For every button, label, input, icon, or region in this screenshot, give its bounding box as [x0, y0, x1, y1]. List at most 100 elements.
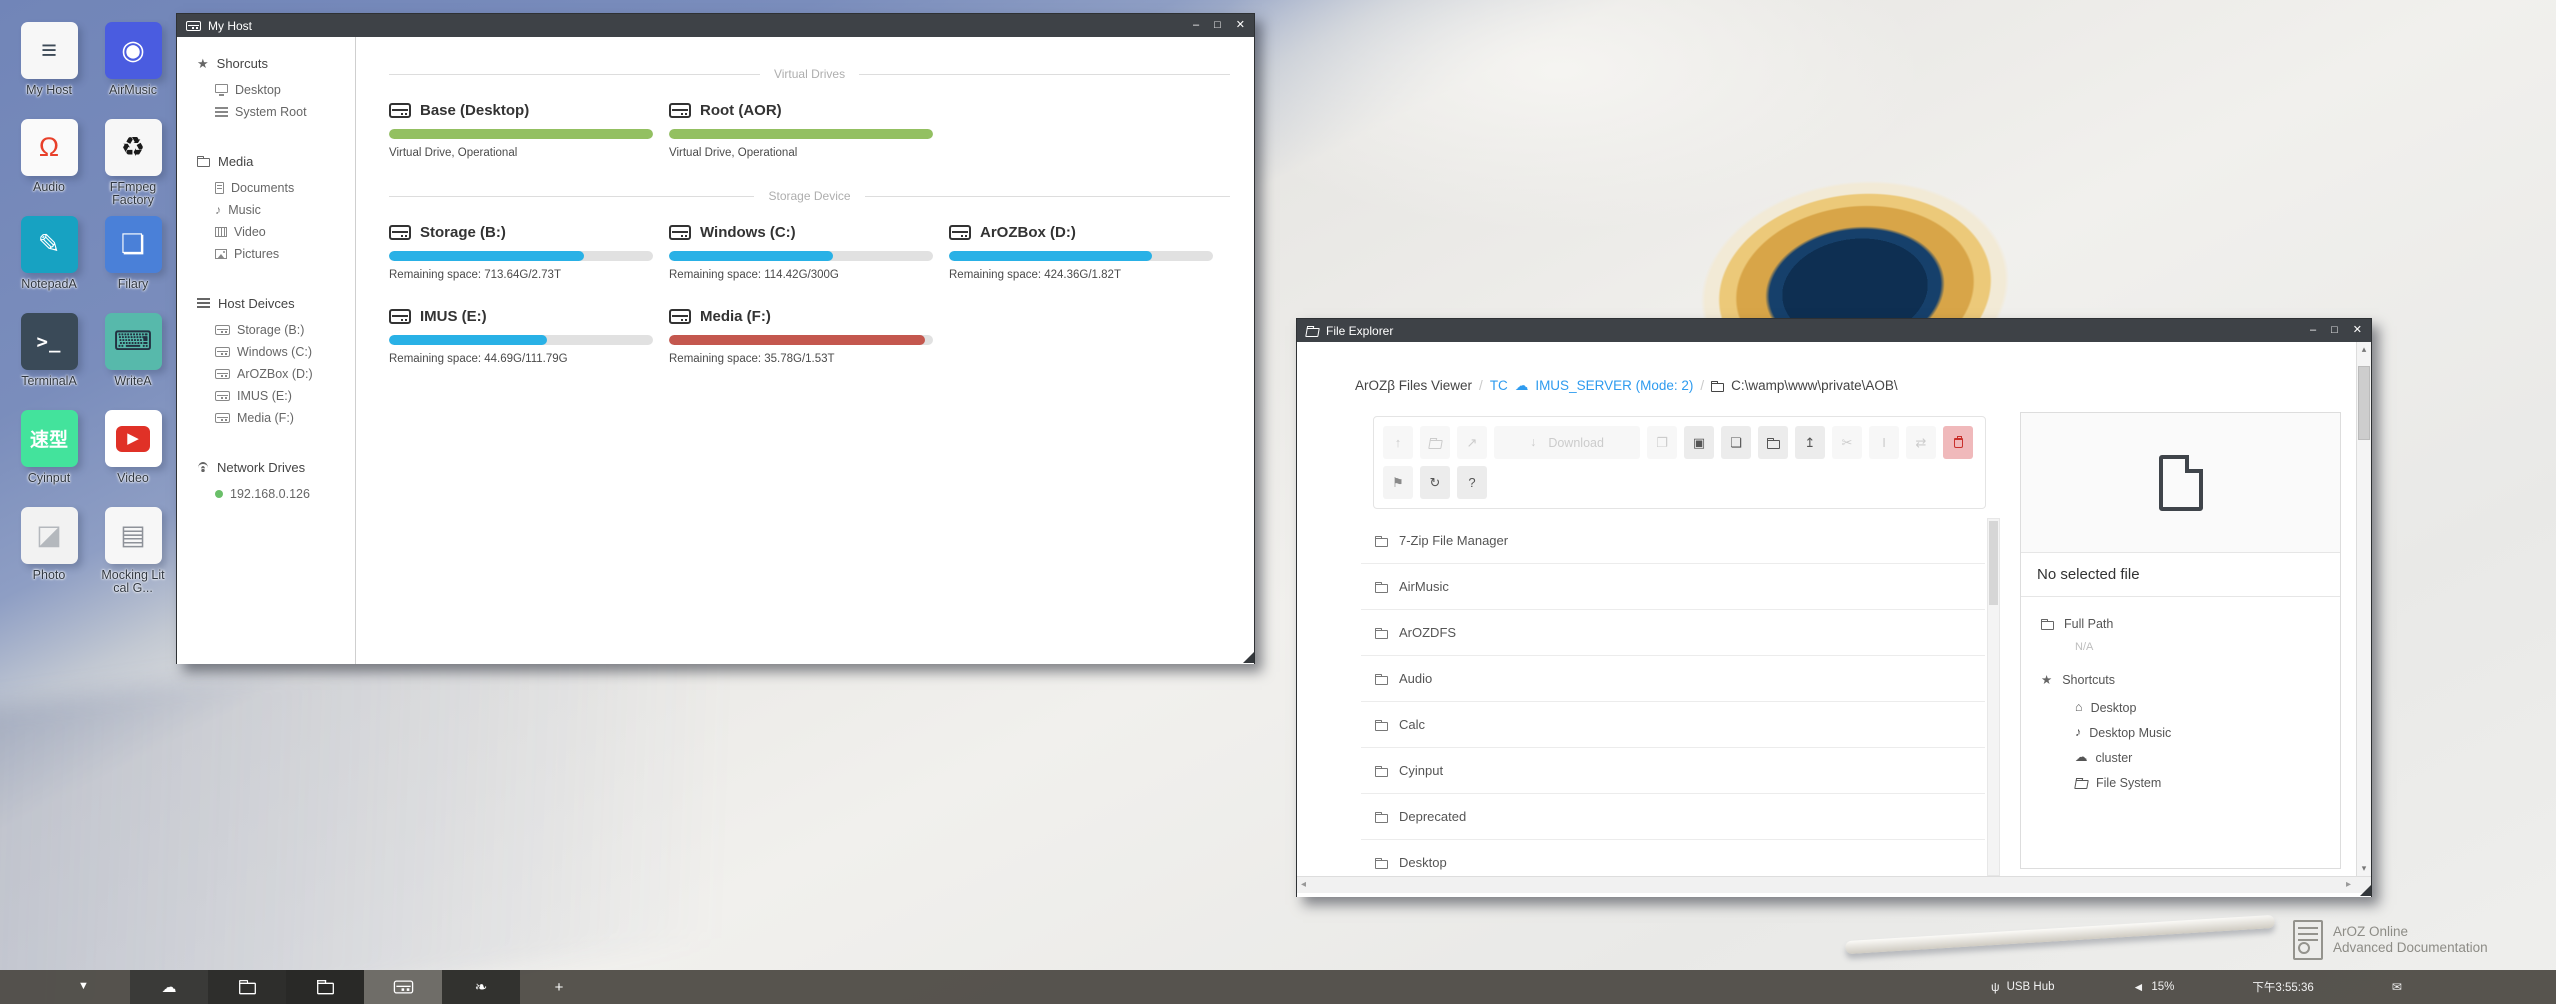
toolbar-button[interactable]	[1758, 426, 1788, 459]
desktop-icon[interactable]: 速型 Cyinput	[10, 410, 88, 507]
scroll-right-arrow[interactable]: ▸	[2346, 879, 2351, 890]
sidebar-section-header[interactable]: Host Deivces	[197, 293, 355, 313]
desktop-icon[interactable]: Ω Audio	[10, 119, 88, 216]
desktop-icon[interactable]: ▤ Mocking Lit cal G...	[94, 507, 172, 604]
file-name: Cyinput	[1399, 763, 1443, 778]
toolbar-button[interactable]: ✂	[1832, 426, 1862, 459]
taskbar-status-item[interactable]: 下午3:55:36	[2252, 979, 2313, 995]
file-row[interactable]: ArOZDFS	[1361, 610, 1985, 656]
file-row[interactable]: Cyinput	[1361, 748, 1985, 794]
sidebar-section-header[interactable]: Media	[197, 151, 355, 171]
full-path-value: N/A	[2075, 641, 2320, 653]
file-row[interactable]: Calc	[1361, 702, 1985, 748]
sidebar-item[interactable]: Music	[215, 199, 355, 221]
taskbar-app-button[interactable]	[286, 970, 364, 1004]
taskbar-app-button[interactable]: ❧	[442, 970, 520, 1004]
toolbar-button[interactable]: ?	[1457, 466, 1487, 499]
close-button[interactable]: ✕	[1236, 20, 1245, 31]
shortcut-item[interactable]: Desktop Music	[2075, 720, 2320, 745]
toolbar-button[interactable]: ▣	[1684, 426, 1714, 459]
shortcut-item[interactable]: File System	[2075, 770, 2320, 795]
toolbar-button[interactable]: ❏	[1721, 426, 1751, 459]
window-resize-handle[interactable]	[2360, 885, 2371, 896]
breadcrumb-host-prefix[interactable]: TC	[1490, 378, 1508, 393]
taskbar-chevron-icon[interactable]: ▼	[78, 980, 89, 992]
maximize-button[interactable]: □	[1214, 20, 1221, 31]
minimize-button[interactable]: –	[2310, 325, 2316, 336]
file-list-scrollbar[interactable]	[1987, 518, 2000, 876]
sidebar-item[interactable]: 192.168.0.126	[215, 483, 355, 505]
file-list-scroll-thumb[interactable]	[1989, 521, 1998, 605]
desktop-icon[interactable]: >_ TerminalA	[10, 313, 88, 410]
drive-entry[interactable]: IMUS (E:) Remaining space: 44.69G/111.79…	[389, 305, 653, 365]
drive-entry[interactable]: Windows (C:) Remaining space: 114.42G/30…	[669, 221, 933, 281]
sidebar-section-header[interactable]: Network Drives	[197, 457, 355, 477]
desktop-icon[interactable]: ≡ My Host	[10, 22, 88, 119]
taskbar-app-button[interactable]	[208, 970, 286, 1004]
taskbar-status-item[interactable]: ψ USB Hub	[1991, 981, 2055, 993]
window-vertical-scrollbar[interactable]: ▴ ▾	[2356, 342, 2371, 876]
taskbar-status-item[interactable]: ✉	[2392, 981, 2402, 993]
desktop-icon[interactable]: ⌨ WriteA	[94, 313, 172, 410]
toolbar-button[interactable]: ❐	[1647, 426, 1677, 459]
toolbar-button[interactable]: ⇄	[1906, 426, 1936, 459]
drive-entry[interactable]: Root (AOR) Virtual Drive, Operational	[669, 99, 933, 159]
sidebar-item[interactable]: Desktop	[215, 79, 355, 101]
scroll-left-arrow[interactable]: ◂	[1301, 879, 1306, 890]
toolbar-button[interactable]: ↑	[1383, 426, 1413, 459]
sidebar-item[interactable]: IMUS (E:)	[215, 385, 355, 407]
drive-entry[interactable]: Media (F:) Remaining space: 35.78G/1.53T	[669, 305, 933, 365]
drive-entry[interactable]: ArOZBox (D:) Remaining space: 424.36G/1.…	[949, 221, 1213, 281]
toolbar-button[interactable]	[1420, 426, 1450, 459]
desktop-icon[interactable]: ▶ Video	[94, 410, 172, 507]
sidebar-section-header[interactable]: Shorcuts	[197, 53, 355, 73]
my-host-titlebar[interactable]: My Host – □ ✕	[177, 14, 1254, 37]
window-horizontal-scrollbar[interactable]: ◂ ▸	[1297, 876, 2371, 893]
toolbar-button[interactable]: ⚑	[1383, 466, 1413, 499]
file-row[interactable]: Audio	[1361, 656, 1985, 702]
breadcrumb-host-link[interactable]: IMUS_SERVER (Mode: 2)	[1535, 378, 1693, 393]
sidebar-item[interactable]: Windows (C:)	[215, 341, 355, 363]
scroll-down-arrow[interactable]: ▾	[2357, 863, 2371, 874]
drive-entry[interactable]: Base (Desktop) Virtual Drive, Operationa…	[389, 99, 653, 159]
sidebar-item[interactable]: Media (F:)	[215, 407, 355, 429]
sidebar-item[interactable]: System Root	[215, 101, 355, 123]
scroll-up-arrow[interactable]: ▴	[2357, 344, 2371, 355]
maximize-button[interactable]: □	[2331, 325, 2338, 336]
file-row[interactable]: AirMusic	[1361, 564, 1985, 610]
toolbar-button[interactable]: ↻	[1420, 466, 1450, 499]
desktop-icon[interactable]: ❏ Filary	[94, 216, 172, 313]
file-row[interactable]: Desktop	[1361, 840, 1985, 876]
taskbar-app-button[interactable]: ☁	[130, 970, 208, 1004]
sidebar-item[interactable]: Storage (B:)	[215, 319, 355, 341]
file-row[interactable]: 7-Zip File Manager	[1361, 518, 1985, 564]
desktop-icon[interactable]: ✎ NotepadA	[10, 216, 88, 313]
taskbar-status-text: USB Hub	[2007, 981, 2055, 993]
taskbar-app-button[interactable]: +	[520, 970, 598, 1004]
taskbar-status-item[interactable]: ◄ 15%	[2133, 981, 2175, 993]
desktop-icon[interactable]: ◪ Photo	[10, 507, 88, 604]
toolbar-button[interactable]	[1943, 426, 1973, 459]
file-explorer-titlebar[interactable]: File Explorer – □ ✕	[1297, 319, 2371, 342]
drive-entry[interactable]: Storage (B:) Remaining space: 713.64G/2.…	[389, 221, 653, 281]
sidebar-item[interactable]: ArOZBox (D:)	[215, 363, 355, 385]
minimize-button[interactable]: –	[1193, 20, 1199, 31]
shortcut-item[interactable]: cluster	[2075, 745, 2320, 770]
taskbar-app-button[interactable]	[364, 970, 442, 1004]
desktop-icon[interactable]: ♻ FFmpeg Factory	[94, 119, 172, 216]
toolbar-button[interactable]: I	[1869, 426, 1899, 459]
file-row[interactable]: Deprecated	[1361, 794, 1985, 840]
folder-icon	[1375, 768, 1388, 777]
sidebar-item[interactable]: Pictures	[215, 243, 355, 265]
sidebar-item[interactable]: Video	[215, 221, 355, 243]
desktop-icon[interactable]: ◉ AirMusic	[94, 22, 172, 119]
sidebar-item[interactable]: Documents	[215, 177, 355, 199]
toolbar-button[interactable]: ↗	[1457, 426, 1487, 459]
toolbar-button[interactable]: ↓ Download	[1494, 426, 1640, 459]
drive-icon	[186, 21, 201, 31]
window-resize-handle[interactable]	[1243, 652, 1254, 663]
close-button[interactable]: ✕	[2353, 325, 2362, 336]
shortcut-item[interactable]: Desktop	[2075, 695, 2320, 720]
toolbar-button[interactable]: ↥	[1795, 426, 1825, 459]
vertical-scroll-thumb[interactable]	[2358, 366, 2370, 440]
